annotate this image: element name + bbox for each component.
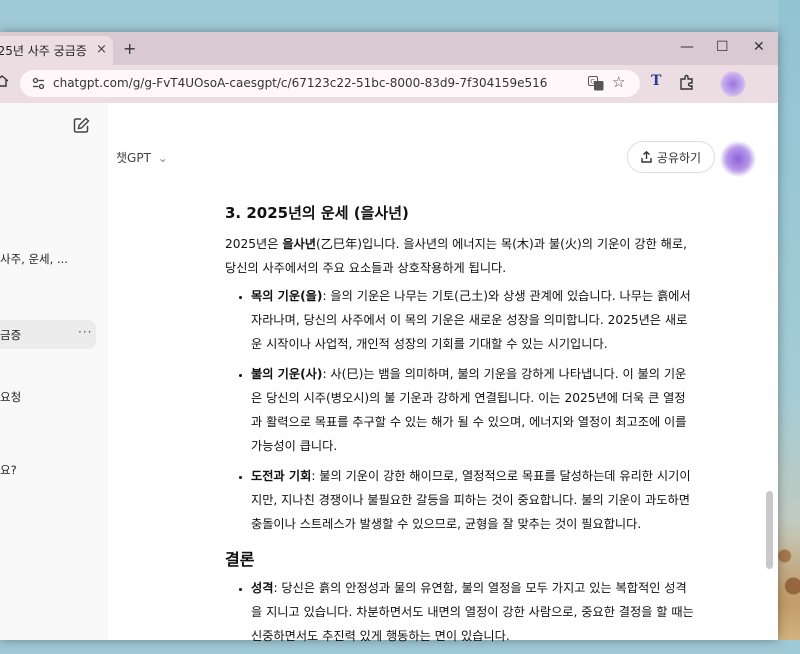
browser-window: 025년 사주 궁금증 × + — ☐ ✕ chatgpt.com/g/g-Fv… [0,32,778,643]
model-selector[interactable]: 챗GPT ⌄ [116,149,168,166]
translate-icon[interactable]: G [588,76,604,91]
share-button[interactable]: 공유하기 [627,141,715,173]
more-options-icon[interactable]: ··· [78,325,92,339]
bookmark-star-icon[interactable]: ☆ [612,73,625,91]
maximize-button[interactable]: ☐ [716,39,729,55]
user-avatar[interactable] [720,141,756,177]
list-item: 불의 기운(사): 사(巳)는 뱀을 의미하며, 불의 기운을 강하게 나타냅니… [251,362,695,458]
sidebar: 사주, 운세, ... 금증 ··· 요청 요? [0,103,108,640]
section-heading: 3. 2025년의 운세 (을사년) [225,204,409,222]
list-item: 목의 기운(을): 을의 기운은 나무는 기토(己土)와 상생 관계에 있습니다… [251,284,695,356]
share-icon [641,151,652,163]
conclusion-heading: 결론 [225,550,255,569]
sidebar-item-request[interactable]: 요청 [0,389,21,405]
conclusion-list: 성격: 당신은 흙의 안정성과 물의 유연함, 불의 열정을 모두 가지고 있는… [225,576,695,648]
tab-close-icon[interactable]: × [96,42,107,57]
extensions-puzzle-icon[interactable] [679,74,695,90]
site-info-icon[interactable] [32,77,45,90]
home-icon[interactable] [0,75,8,87]
share-label: 공유하기 [656,150,702,165]
address-bar[interactable]: chatgpt.com/g/g-FvT4UOsoA-caesgpt/c/6712… [20,70,640,97]
close-window-button[interactable]: ✕ [753,39,765,55]
scrollbar-thumb[interactable] [766,491,773,569]
list-item: 성격: 당신은 흙의 안정성과 물의 유연함, 불의 열정을 모두 가지고 있는… [251,576,695,648]
new-chat-icon[interactable] [73,117,90,134]
url-text[interactable]: chatgpt.com/g/g-FvT4UOsoA-caesgpt/c/6712… [53,76,547,90]
sidebar-item-question[interactable]: 요? [0,462,17,478]
sidebar-item-saju-unse[interactable]: 사주, 운세, ... [0,251,68,267]
desktop-scenery [778,520,800,640]
chevron-down-icon: ⌄ [157,151,168,165]
translator-extension-icon[interactable]: T [651,73,661,89]
browser-toolbar: chatgpt.com/g/g-FvT4UOsoA-caesgpt/c/6712… [0,65,778,103]
profile-avatar[interactable] [720,71,746,97]
tab-strip: 025년 사주 궁금증 × + — ☐ ✕ [0,32,778,65]
svg-text:G: G [590,78,595,86]
new-tab-button[interactable]: + [123,39,136,58]
fortune-list: 목의 기운(을): 을의 기운은 나무는 기토(己土)와 상생 관계에 있습니다… [225,284,695,536]
tab-saju[interactable]: 025년 사주 궁금증 × [0,36,113,65]
tab-title: 025년 사주 궁금증 [0,44,87,58]
assistant-message: 3. 2025년의 운세 (을사년) 2025년은 을사년(乙巳年)입니다. 을… [225,201,695,654]
intro-paragraph: 2025년은 을사년(乙巳年)입니다. 을사년의 에너지는 목(木)과 불(火)… [225,237,687,275]
minimize-button[interactable]: — [680,39,694,55]
model-name: 챗GPT [116,151,151,165]
sidebar-item-current[interactable]: 금증 [0,327,21,343]
list-item: 도전과 기회: 불의 기운이 강한 해이므로, 열정적으로 목표를 달성하는데 … [251,464,695,536]
chatgpt-page: 사주, 운세, ... 금증 ··· 요청 요? 챗GPT ⌄ 공유하기 3. … [0,103,778,643]
